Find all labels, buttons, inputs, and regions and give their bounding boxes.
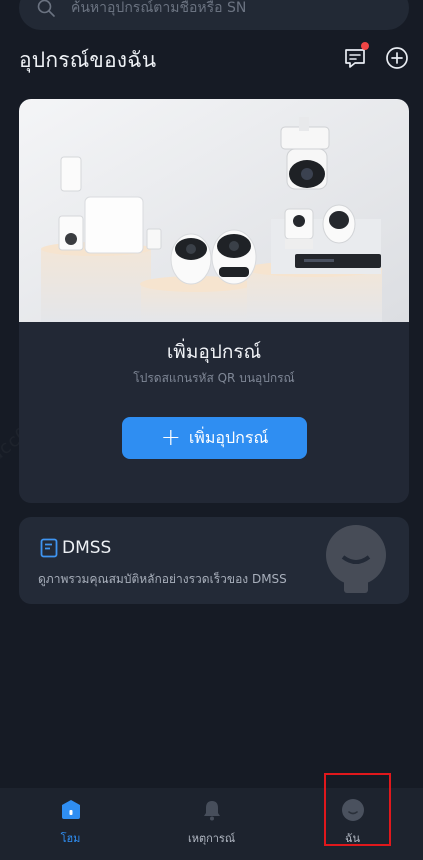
- home-icon: [58, 797, 84, 823]
- app-screen: s2dacc0c414_a2dacc0c414_a2dacc0c414 อุปก…: [0, 0, 423, 860]
- search-bar[interactable]: [19, 0, 409, 30]
- messages-button[interactable]: [341, 42, 369, 72]
- page-title: อุปกรณ์ของฉัน: [19, 48, 157, 72]
- nav-home[interactable]: โฮม: [0, 788, 141, 860]
- dmss-feature-card[interactable]: DMSS ดูภาพรวมคุณสมบัติหลักอย่างรวดเร็วขอ…: [19, 517, 409, 604]
- nav-home-label: โฮม: [60, 832, 81, 845]
- add-device-button[interactable]: + เพิ่มอุปกรณ์: [122, 417, 307, 459]
- lightbulb-icon: [326, 525, 386, 593]
- bell-icon: [199, 797, 225, 823]
- avatar-icon: [340, 797, 366, 823]
- devices-illustration: [19, 99, 409, 322]
- nav-events-label: เหตุการณ์: [187, 832, 236, 845]
- nav-me-label: ฉัน: [344, 832, 360, 845]
- dmss-description: ดูภาพรวมคุณสมบัติหลักอย่างรวดเร็วของ DMS…: [38, 572, 287, 586]
- document-icon: [40, 538, 58, 558]
- plus-icon: +: [160, 423, 181, 451]
- card-title: เพิ่มอุปกรณ์: [166, 341, 262, 363]
- add-button[interactable]: [383, 44, 411, 72]
- search-input[interactable]: [71, 0, 371, 16]
- dmss-title: DMSS: [62, 538, 112, 558]
- nav-me[interactable]: ฉัน: [282, 788, 423, 860]
- card-subtitle: โปรดสแกนรหัส QR บนอุปกรณ์: [133, 371, 295, 385]
- nav-events[interactable]: เหตุการณ์: [141, 788, 282, 860]
- plus-circle-icon: [386, 47, 408, 69]
- add-device-button-label: เพิ่มอุปกรณ์: [188, 427, 269, 447]
- add-device-card: เพิ่มอุปกรณ์ โปรดสแกนรหัส QR บนอุปกรณ์ +…: [19, 99, 409, 503]
- notification-dot: [361, 42, 369, 50]
- dmss-header: DMSS: [40, 538, 111, 558]
- bottom-navigation: โฮม เหตุการณ์ ฉัน: [0, 788, 423, 860]
- search-icon: [35, 0, 57, 19]
